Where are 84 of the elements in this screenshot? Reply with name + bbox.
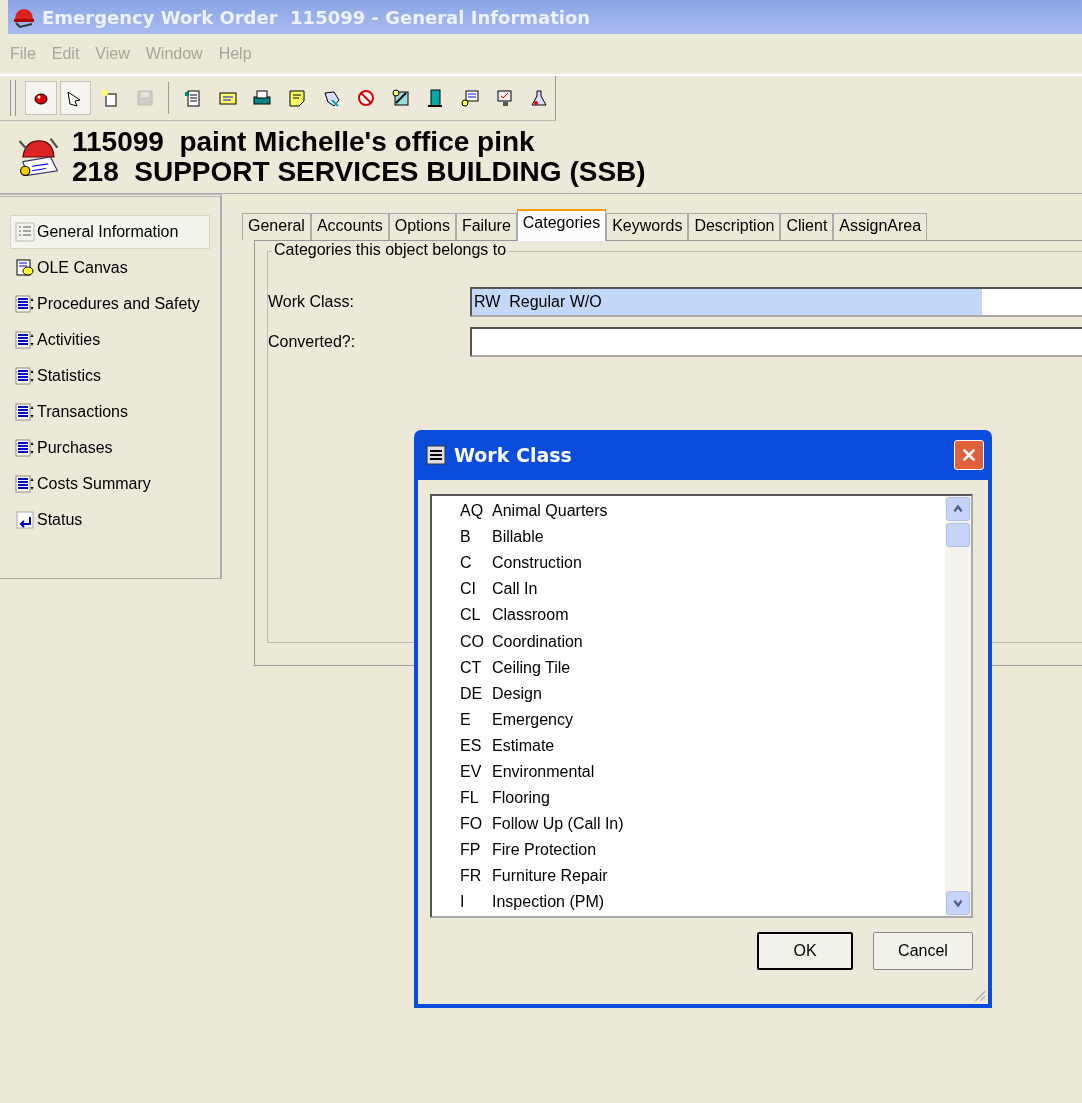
close-button[interactable] [954,440,984,470]
input-field[interactable] [470,327,1082,357]
class-code[interactable]: FO [460,815,484,834]
field-label: Work Class: [268,293,355,311]
close-icon [960,446,978,464]
class-code[interactable]: CO [460,632,484,651]
sidebar-item[interactable]: Transactions [10,395,210,429]
class-name[interactable]: Environmental [492,763,595,781]
building-name: 218 SUPPORT SERVICES BUILDING (SSB) [72,157,646,187]
window-title: Emergency Work Order 115099 - General Information [42,6,591,28]
sidebar-item[interactable]: Procedures and Safety [10,287,210,321]
list-icon [15,402,35,422]
class-name[interactable]: Coordination [492,632,583,651]
class-code[interactable]: FR [460,867,484,886]
dialog-button[interactable]: OK [757,932,853,970]
note-icon [287,88,307,108]
tab[interactable]: Failure [455,213,517,240]
resize-grip-icon [972,988,986,1002]
class-name[interactable]: Design [492,684,542,703]
list-icon [15,438,35,458]
class-code[interactable]: AQ [460,502,484,521]
printer-icon [252,88,273,108]
class-code[interactable]: ES [460,736,484,755]
class-code[interactable]: CT [460,658,484,677]
form-icon [460,88,481,108]
list-icon [15,294,35,314]
sidebar-item[interactable]: OLE Canvas [10,251,210,285]
class-name[interactable]: Inspection (PM) [492,893,605,912]
class-name[interactable]: Emergency [492,710,573,729]
input-field[interactable]: RW Regular W/O [470,287,1082,317]
tab[interactable]: Description [688,213,781,240]
window-icon [426,445,446,465]
sidebar-item[interactable]: Activities [10,323,210,357]
work-order-title: 115099 paint Michelle's office pink [72,127,536,157]
group-title: Categories this object belongs to [272,241,509,259]
sidebar-item[interactable]: Purchases [10,431,210,465]
class-name[interactable]: Estimate [492,736,555,755]
class-code[interactable]: B [460,528,484,547]
tab[interactable]: Options [388,213,456,240]
class-name[interactable]: Ceiling Tile [492,658,571,677]
class-name[interactable]: Fire Protection [492,841,597,860]
class-name[interactable]: Classroom [492,606,569,625]
new-page-icon [99,88,120,108]
outline-icon [15,222,35,242]
tab[interactable]: Categories [516,209,607,241]
tab[interactable]: General [242,213,311,240]
dialog-button[interactable]: Cancel [873,932,973,970]
list-icon [15,330,35,350]
tab[interactable]: Client [780,213,834,240]
class-code[interactable]: I [460,893,484,912]
class-code[interactable]: EV [460,763,484,781]
class-code[interactable]: CI [460,580,484,599]
class-name[interactable]: Follow Up (Call In) [492,815,624,834]
sidebar-item[interactable]: Costs Summary [10,467,210,501]
class-code[interactable]: C [460,554,484,573]
list-icon [15,474,35,494]
class-code[interactable]: E [460,710,484,729]
sidebar-item[interactable]: General Information [10,215,210,249]
tab[interactable]: Keywords [606,213,689,240]
class-name[interactable]: Flooring [492,789,550,808]
class-name[interactable]: Billable [492,528,544,547]
field-label: Converted?: [268,333,357,351]
dialog-title: Work Class [454,444,572,466]
class-name[interactable]: Animal Quarters [492,502,608,521]
monitor-check-icon [494,88,515,108]
tab[interactable]: AssignArea [833,213,928,240]
scroll-bar[interactable] [945,496,971,916]
class-name[interactable]: Furniture Repair [492,867,608,886]
sidebar-item[interactable]: Status [10,503,210,537]
class-name[interactable]: Construction [492,554,582,573]
class-code[interactable]: DE [460,684,484,703]
toolbar-button[interactable] [24,81,57,115]
chart-pencil-icon [390,88,411,108]
toolbar-button[interactable] [59,81,92,115]
no-entry-icon [356,88,377,108]
class-code[interactable]: FP [460,841,484,860]
class-name[interactable]: Call In [492,580,538,599]
list-icon [15,366,35,386]
canvas-icon [15,258,35,278]
flask-icon [529,88,550,108]
tab[interactable]: Accounts [310,213,389,240]
class-code[interactable]: CL [460,606,484,625]
class-code[interactable]: FL [460,789,484,808]
sidebar-item[interactable]: Statistics [10,359,210,393]
